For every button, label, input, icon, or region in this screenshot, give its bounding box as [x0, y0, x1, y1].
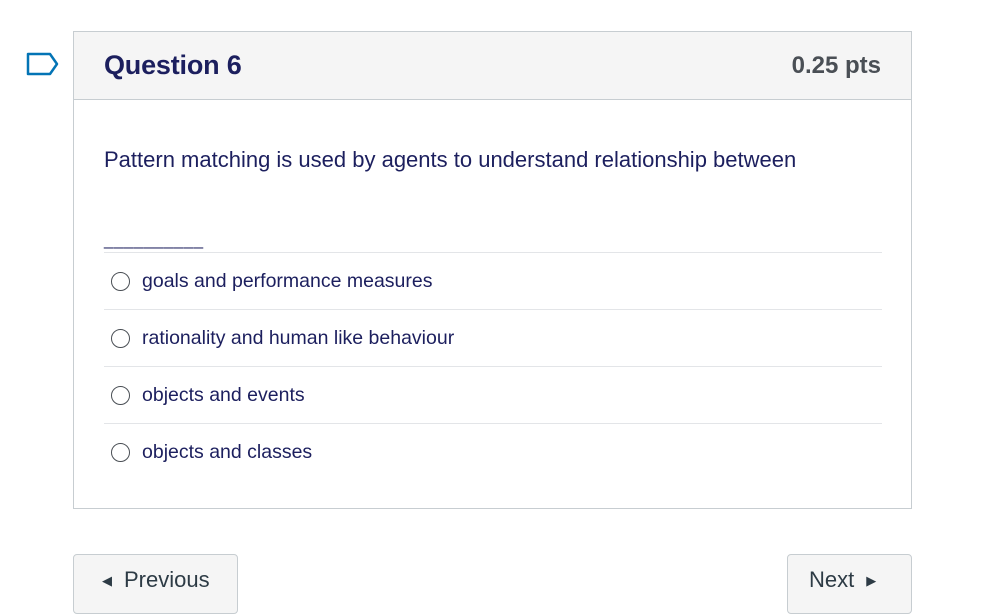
radio-button[interactable] — [111, 271, 130, 291]
answer-label: goals and performance measures — [142, 269, 433, 292]
next-label: Next — [809, 567, 855, 592]
previous-label: Previous — [124, 567, 210, 592]
answer-list: goals and performance measures rationali… — [104, 252, 882, 480]
question-blank: __________ — [104, 230, 204, 249]
answer-label: objects and classes — [142, 440, 313, 463]
radio-button[interactable] — [111, 328, 130, 348]
next-button[interactable]: Next ▶ — [787, 554, 912, 614]
caret-left-icon: ◀ — [102, 573, 112, 588]
question-text: Pattern matching is used by agents to un… — [104, 147, 797, 172]
question-card: Question 6 0.25 pts Pattern matching is … — [73, 31, 912, 509]
answer-option-2[interactable]: rationality and human like behaviour — [104, 309, 882, 366]
flag-question-icon[interactable] — [26, 52, 60, 76]
question-points: 0.25 pts — [791, 51, 881, 79]
answer-option-1[interactable]: goals and performance measures — [104, 252, 882, 309]
previous-button[interactable]: ◀ Previous — [73, 554, 238, 614]
answer-label: rationality and human like behaviour — [142, 326, 455, 349]
question-title: Question 6 — [104, 50, 242, 80]
answer-label: objects and events — [142, 383, 305, 406]
caret-right-icon: ▶ — [866, 573, 877, 588]
radio-button[interactable] — [111, 385, 130, 405]
answer-option-4[interactable]: objects and classes — [104, 423, 882, 480]
radio-button[interactable] — [111, 442, 130, 462]
question-header: Question 6 0.25 pts — [74, 32, 911, 100]
answer-option-3[interactable]: objects and events — [104, 366, 882, 423]
